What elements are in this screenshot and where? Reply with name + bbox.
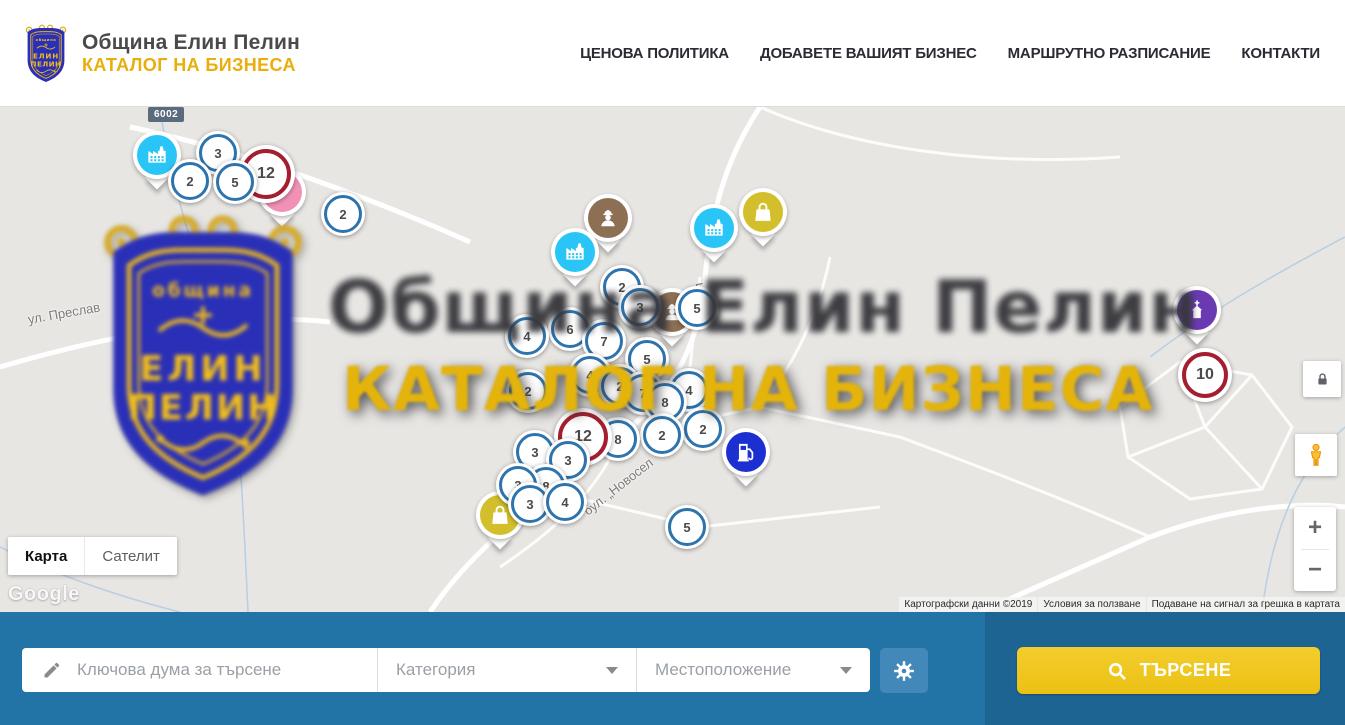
fuel-pin[interactable] — [722, 428, 770, 490]
logo-shield: община ЕЛИН ПЕЛИН — [22, 24, 70, 84]
logo-title: Община Елин Пелин — [82, 31, 300, 55]
search-bar: Категория Местоположение ТЪРСЕНЕ — [0, 612, 1345, 725]
google-logo[interactable]: Google — [8, 583, 80, 606]
cluster-marker[interactable]: 5 — [213, 160, 257, 204]
cluster-marker[interactable]: 2 — [640, 413, 684, 457]
cluster-marker[interactable]: 5 — [675, 286, 719, 330]
zoom-control: + − — [1294, 507, 1336, 591]
cluster-marker[interactable]: 10 — [1178, 348, 1232, 402]
map-canvas[interactable]: 6002 ул. Преславбул. „Новоселции 3122522… — [0, 107, 1345, 612]
category-select[interactable]: Категория — [377, 648, 636, 692]
logo[interactable]: община ЕЛИН ПЕЛИН Община Елин Пелин КАТА… — [22, 24, 300, 84]
church-pin[interactable] — [1173, 286, 1221, 348]
zoom-out-button[interactable]: − — [1294, 550, 1336, 592]
attribution-data: Картографски данни ©2019 — [899, 597, 1037, 612]
cluster-marker[interactable]: 2 — [321, 192, 365, 236]
attribution-terms-link[interactable]: Условия за ползване — [1038, 597, 1145, 612]
church-icon — [1177, 290, 1217, 330]
cluster-marker[interactable]: 2 — [681, 407, 725, 451]
shopping-bag-pin[interactable] — [739, 188, 787, 250]
shopping-bag-icon — [743, 192, 783, 232]
search-icon — [1106, 660, 1128, 682]
gear-icon — [892, 659, 916, 683]
factory-icon — [555, 232, 595, 272]
pencil-icon — [42, 660, 62, 680]
street-view-pegman[interactable] — [1295, 434, 1337, 476]
nav-contacts[interactable]: КОНТАКТИ — [1241, 45, 1320, 62]
cluster-marker[interactable]: 4 — [543, 480, 587, 524]
lock-icon — [1314, 371, 1331, 388]
cluster-marker[interactable]: 2 — [168, 159, 212, 203]
pegman-icon — [1303, 442, 1329, 468]
location-select[interactable]: Местоположение — [636, 648, 870, 692]
location-value: Местоположение — [655, 660, 791, 680]
keyword-search-input[interactable] — [75, 659, 377, 681]
category-value: Категория — [396, 660, 475, 680]
logo-subtitle: КАТАЛОГ НА БИЗНЕСА — [82, 55, 300, 77]
map-markers: 312252235647542274822812338334510 — [0, 107, 1345, 612]
search-submit-button[interactable]: ТЪРСЕНЕ — [1017, 647, 1320, 694]
nav-pricing-policy[interactable]: ЦЕНОВА ПОЛИТИКА — [580, 45, 729, 62]
zoom-in-button[interactable]: + — [1294, 507, 1336, 549]
nav-add-business[interactable]: ДОБАВЕТЕ ВАШИЯТ БИЗНЕС — [760, 45, 977, 62]
map-type-map-button[interactable]: Карта — [8, 537, 84, 575]
map-type-satellite-button[interactable]: Сателит — [84, 537, 177, 575]
factory-icon — [694, 208, 734, 248]
cluster-marker[interactable]: 4 — [505, 314, 549, 358]
chevron-down-icon — [840, 667, 852, 674]
search-fields: Категория Местоположение — [22, 648, 870, 692]
chevron-down-icon — [606, 667, 618, 674]
map-type-control: Карта Сателит — [8, 537, 177, 575]
page: 6002 ул. Преславбул. „Новоселции 3122522… — [0, 0, 1345, 725]
main-nav: ЦЕНОВА ПОЛИТИКА ДОБАВЕТЕ ВАШИЯТ БИЗНЕС МАР… — [580, 0, 1320, 106]
factory-pin[interactable] — [690, 204, 738, 266]
header: община ЕЛИН ПЕЛИН Община Елин Пелин КАТА… — [0, 0, 1345, 107]
svg-text:ПЕЛИН: ПЕЛИН — [31, 59, 62, 68]
fuel-icon — [726, 432, 766, 472]
nav-route-schedule[interactable]: МАРШРУТНО РАЗПИСАНИЕ — [1008, 45, 1211, 62]
map-attribution: Картографски данни ©2019 Условия за полз… — [899, 597, 1345, 612]
keyword-section — [22, 648, 377, 692]
svg-text:община: община — [36, 37, 57, 42]
lock-control[interactable] — [1303, 361, 1341, 397]
cluster-marker[interactable]: 2 — [506, 369, 550, 413]
factory-pin[interactable] — [551, 228, 599, 290]
search-button-label: ТЪРСЕНЕ — [1140, 660, 1232, 681]
attribution-report-link[interactable]: Подаване на сигнал за грешка в картата — [1147, 597, 1345, 612]
cluster-marker[interactable]: 3 — [618, 285, 662, 329]
cluster-marker[interactable]: 5 — [665, 505, 709, 549]
advanced-settings-button[interactable] — [880, 648, 928, 693]
